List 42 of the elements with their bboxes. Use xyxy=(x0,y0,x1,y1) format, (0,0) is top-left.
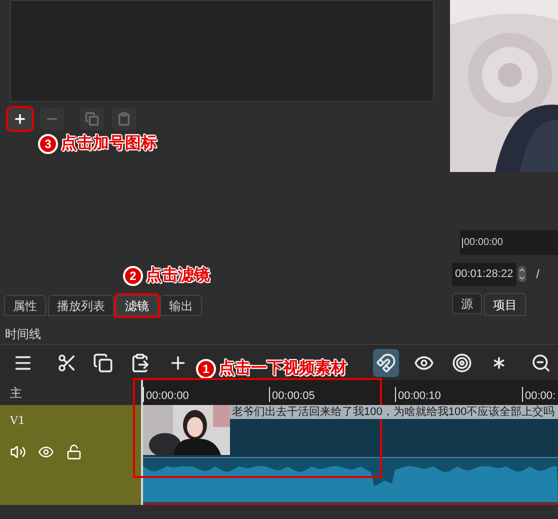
annotation-text: 点击加号图标 xyxy=(61,134,157,154)
copy-icon xyxy=(85,112,99,126)
step-number-badge: 1 xyxy=(196,359,216,379)
eye-icon[interactable] xyxy=(38,444,54,460)
track-name: V1 xyxy=(10,413,26,429)
annotation-text: 点击一下视频素材 xyxy=(219,358,347,379)
panel-tab[interactable]: 输出 xyxy=(160,295,202,316)
target-icon xyxy=(452,352,472,372)
panel-tab[interactable]: 项目 xyxy=(484,293,526,316)
volume-icon[interactable] xyxy=(10,444,26,460)
ruler-label: 00:00:05 xyxy=(269,387,315,402)
magnet-icon xyxy=(376,352,396,372)
clipboard-icon xyxy=(130,352,150,372)
copy-icon xyxy=(93,352,113,372)
step-number-badge: 2 xyxy=(123,266,143,286)
track-label: 主 xyxy=(10,384,22,402)
ruler-label: 00:00:00 xyxy=(143,387,189,402)
ruler-label: 00:00:10 xyxy=(395,387,441,402)
panel-title: 时间线 xyxy=(5,326,41,343)
magnet-button[interactable] xyxy=(373,348,399,376)
clip-title: 老爷们出去干活回来给了我100，为啥就给我100不应该全部上交吗 xyxy=(230,405,558,419)
step-number-badge: 3 xyxy=(38,134,58,154)
separator-text: / xyxy=(536,266,540,284)
add-filter-button[interactable] xyxy=(8,108,32,130)
zoom-out-icon xyxy=(531,352,551,372)
clipboard-icon xyxy=(117,112,131,126)
track-header[interactable]: V1 xyxy=(0,405,141,505)
video-clip[interactable]: 老爷们出去干活回来给了我100，为啥就给我100不应该全部上交吗 xyxy=(143,405,558,505)
preview-ruler[interactable]: 00:00:00 xyxy=(460,230,558,255)
unlock-icon[interactable] xyxy=(66,444,82,460)
timecode-field[interactable]: 00:01:28:22 xyxy=(452,263,516,286)
spin-buttons[interactable] xyxy=(518,266,526,282)
panel-tab[interactable]: 播放列表 xyxy=(48,295,114,316)
annotation-text: 点击滤镜 xyxy=(146,265,210,286)
ruler-label: 00:00:00 xyxy=(462,238,503,248)
panel-tab[interactable]: 属性 xyxy=(4,295,46,316)
panel-tab[interactable]: 源 xyxy=(452,293,482,314)
ruler-label: 00:00: xyxy=(522,387,556,402)
scissors-icon xyxy=(57,352,77,372)
plus-icon xyxy=(13,112,27,126)
timeline-ruler[interactable]: 00:00:00 00:00:05 00:00:10 00:00: xyxy=(143,380,558,405)
panel-tab[interactable]: 滤镜 xyxy=(116,295,158,316)
